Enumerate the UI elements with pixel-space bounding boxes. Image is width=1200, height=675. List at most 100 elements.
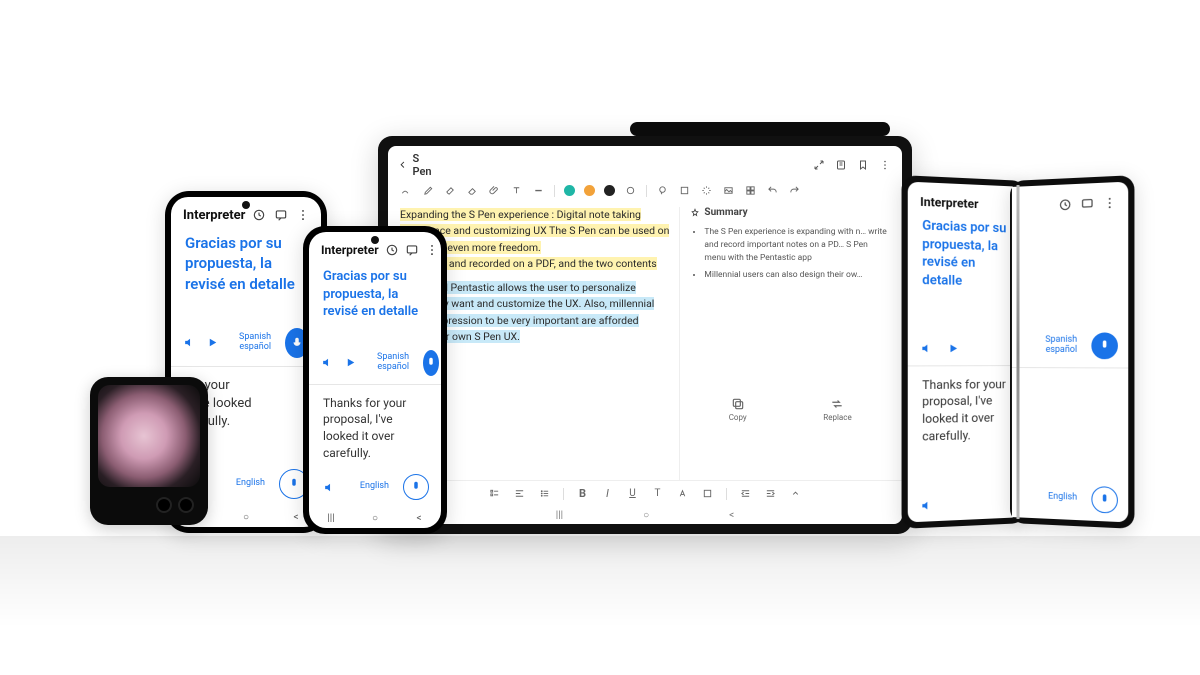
font-color-icon[interactable] — [676, 487, 689, 500]
expand-icon[interactable] — [812, 158, 826, 172]
source-controls: Spanish español — [171, 322, 321, 366]
speaker-icon[interactable] — [321, 355, 334, 371]
bookmark-icon[interactable] — [856, 158, 870, 172]
tablet-nav-bar: ||| ○ < — [388, 506, 902, 524]
mic-button[interactable] — [403, 474, 429, 500]
source-text: Gracias por su propuesta, la revisé en d… — [922, 217, 1010, 291]
source-controls-right: Spanish español — [1012, 328, 1128, 367]
collapse-icon[interactable] — [789, 487, 802, 500]
summary-title: Summary — [690, 207, 890, 218]
bold-icon[interactable]: B — [576, 487, 589, 500]
target-text: Thanks for your proposal, I've looked it… — [323, 395, 427, 462]
source-language-label[interactable]: Spanish español — [1045, 335, 1077, 355]
fold-device: Interpreter Gracias por su propuesta, la… — [902, 181, 1134, 523]
lasso-icon[interactable] — [656, 184, 669, 197]
target-language-label[interactable]: English — [360, 482, 389, 492]
summary-panel: Summary The S Pen experience is expandin… — [679, 207, 890, 480]
target-text: Thanks for your proposal, I've looked it… — [922, 376, 1010, 446]
speaker-icon[interactable] — [321, 479, 337, 495]
shape-icon[interactable] — [678, 184, 691, 197]
more-icon[interactable] — [1102, 194, 1118, 211]
ai-icon[interactable] — [700, 184, 713, 197]
speaker-icon[interactable] — [183, 335, 196, 351]
undo-icon[interactable] — [766, 184, 779, 197]
nav-home-icon[interactable]: ○ — [643, 510, 649, 521]
checklist-icon[interactable] — [488, 487, 501, 500]
summary-item: The S Pen experience is expanding with n… — [704, 226, 890, 264]
copy-button[interactable]: Copy — [729, 397, 747, 422]
conversation-icon[interactable] — [405, 242, 419, 258]
camera-icon — [242, 201, 250, 209]
attach-icon[interactable] — [488, 184, 501, 197]
device-lineup-stage: S Pen — [0, 0, 1200, 675]
speaker-icon[interactable] — [918, 497, 934, 514]
insert-icon[interactable] — [722, 184, 735, 197]
notes-app-header: S Pen — [388, 146, 902, 184]
tablet-screen: S Pen — [388, 146, 902, 524]
nav-recent-icon[interactable]: ||| — [321, 513, 341, 524]
highlighter-icon[interactable] — [444, 184, 457, 197]
nav-back-icon[interactable]: < — [409, 513, 429, 524]
speaker-icon[interactable] — [918, 340, 934, 356]
nav-home-icon[interactable]: ○ — [236, 512, 256, 523]
flip-cover-wallpaper — [98, 385, 200, 487]
history-icon[interactable] — [251, 207, 267, 223]
target-language-label[interactable]: English — [236, 479, 265, 489]
mic-button[interactable] — [1091, 486, 1118, 514]
bg-color-icon[interactable] — [701, 487, 714, 500]
interpreter-header: Interpreter — [908, 182, 1024, 219]
play-icon[interactable] — [206, 335, 219, 351]
play-icon[interactable] — [344, 355, 357, 371]
font-size-icon[interactable]: T — [651, 487, 664, 500]
more-icon[interactable] — [425, 242, 439, 258]
nav-home-icon[interactable]: ○ — [365, 513, 385, 524]
eraser-icon[interactable] — [466, 184, 479, 197]
grid-icon[interactable] — [744, 184, 757, 197]
more-icon[interactable] — [295, 207, 311, 223]
flip-camera-module — [156, 497, 194, 513]
color-dark[interactable] — [604, 185, 615, 196]
redo-icon[interactable] — [788, 184, 801, 197]
thickness-icon[interactable] — [532, 184, 545, 197]
conversation-icon[interactable] — [1079, 195, 1095, 212]
list-icon[interactable] — [538, 487, 551, 500]
pen-icon[interactable] — [422, 184, 435, 197]
phone-nav-bar: ||| ○ < — [309, 508, 441, 528]
fold-hinge — [1017, 185, 1020, 519]
indent-left-icon[interactable] — [739, 487, 752, 500]
text-icon[interactable] — [510, 184, 523, 197]
source-language-label[interactable]: Spanish español — [239, 333, 271, 353]
history-icon[interactable] — [1057, 196, 1073, 213]
more-icon[interactable] — [878, 158, 892, 172]
align-icon[interactable] — [513, 487, 526, 500]
nav-recent-icon[interactable]: ||| — [556, 510, 563, 521]
source-text: Gracias por su propuesta, la revisé en d… — [185, 233, 307, 294]
reader-mode-icon[interactable] — [834, 158, 848, 172]
italic-icon[interactable]: I — [601, 487, 614, 500]
back-label: S Pen — [412, 152, 431, 178]
history-icon[interactable] — [385, 242, 399, 258]
conversation-icon[interactable] — [273, 207, 289, 223]
app-title: Interpreter — [920, 195, 1014, 213]
target-language-label[interactable]: English — [1048, 493, 1077, 504]
nav-back-icon[interactable]: < — [729, 510, 734, 521]
color-teal[interactable] — [564, 185, 575, 196]
summary-item: Millennial users can also design their o… — [704, 269, 890, 282]
handwriting-icon[interactable] — [400, 184, 413, 197]
replace-button[interactable]: Replace — [823, 397, 851, 422]
camera-icon — [371, 236, 379, 244]
underline-icon[interactable]: U — [626, 487, 639, 500]
fold-right-panel: Spanish español English — [1010, 175, 1134, 529]
play-icon[interactable] — [945, 340, 961, 356]
mic-button[interactable] — [423, 350, 439, 376]
back-button[interactable]: S Pen — [398, 152, 432, 178]
source-controls — [908, 336, 1024, 365]
color-orange[interactable] — [584, 185, 595, 196]
notes-body: Expanding the S Pen experience : Digital… — [388, 203, 902, 480]
mic-button[interactable] — [1091, 332, 1118, 359]
source-language-label[interactable]: Spanish español — [377, 353, 409, 373]
app-title: Interpreter — [183, 208, 245, 223]
indent-right-icon[interactable] — [764, 487, 777, 500]
color-picker-icon[interactable] — [624, 184, 637, 197]
source-text: Gracias por su propuesta, la revisé en d… — [323, 268, 427, 321]
